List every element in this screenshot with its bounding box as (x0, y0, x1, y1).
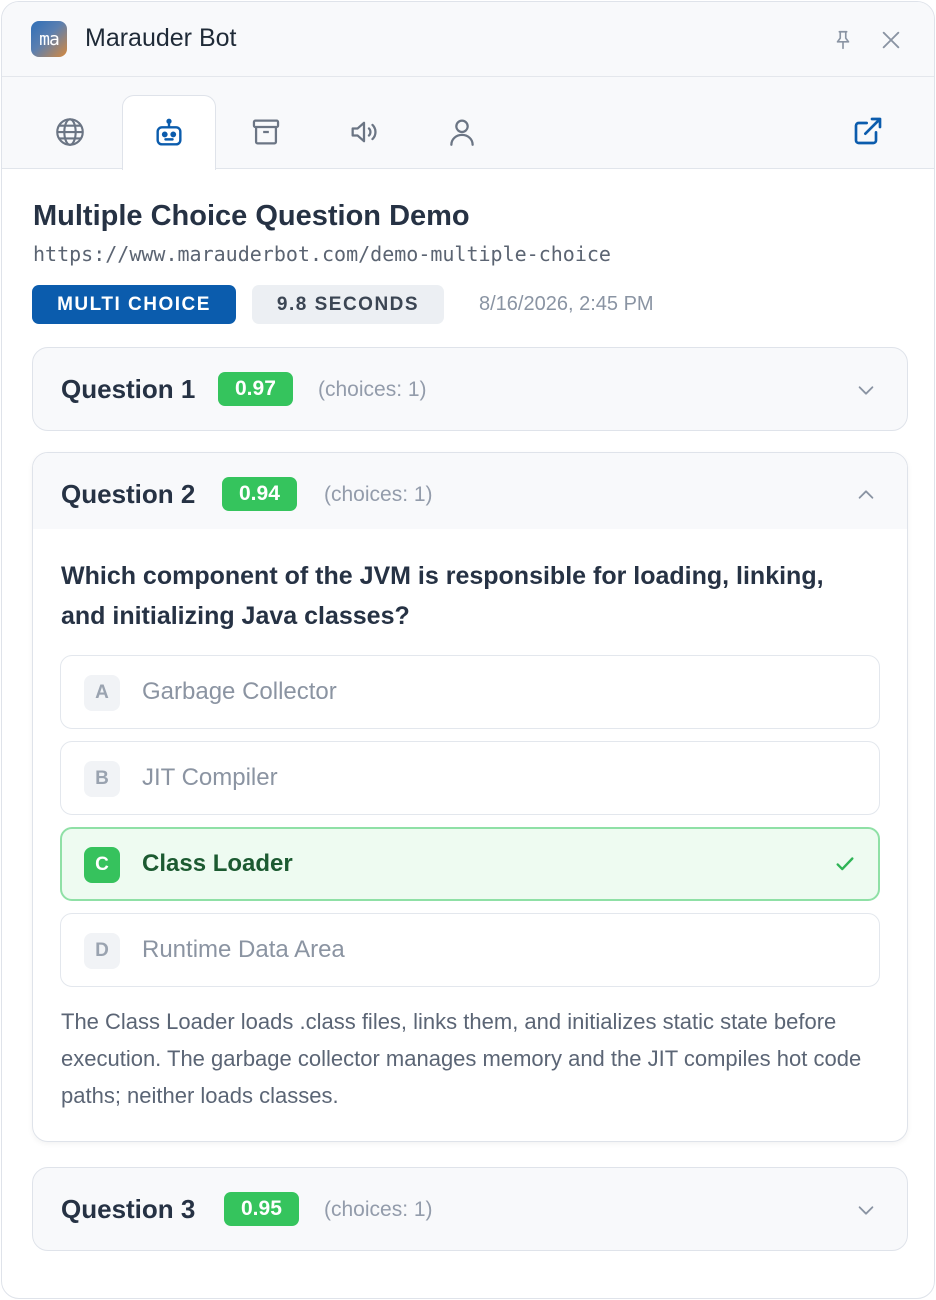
question-header-2[interactable]: Question 2 0.94 (choices: 1) (33, 453, 907, 529)
option-text: JIT Compiler (142, 764, 278, 791)
option-text: Class Loader (142, 850, 293, 877)
robot-icon (156, 118, 182, 146)
question-card-1: Question 1 0.97 (choices: 1) (32, 347, 908, 431)
tab-audio[interactable] (317, 95, 411, 169)
option-b[interactable]: B JIT Compiler (60, 741, 880, 815)
pin-icon[interactable] (832, 28, 854, 52)
question-label: Question 2 (61, 479, 196, 509)
answer-explanation: The Class Loader loads .class files, lin… (61, 1009, 862, 1108)
question-header-3[interactable]: Question 3 0.95 (choices: 1) (33, 1168, 907, 1250)
option-text: Garbage Collector (142, 678, 337, 705)
option-letter: A (84, 675, 120, 711)
score-badge: 0.97 (218, 372, 293, 406)
title-bar: ma Marauder Bot (2, 2, 934, 77)
choices-count: (choices: 1) (324, 1198, 433, 1221)
question-header-1[interactable]: Question 1 0.97 (choices: 1) (33, 348, 907, 430)
app-window: ma Marauder Bot Multiple Choice Question… (1, 1, 935, 1299)
tab-web[interactable] (23, 95, 117, 169)
option-letter: C (84, 847, 120, 883)
choices-count: (choices: 1) (324, 483, 433, 506)
question-label: Question 3 (61, 1194, 196, 1224)
option-letter: D (84, 933, 120, 969)
question-card-2: Question 2 0.94 (choices: 1) Which compo… (32, 452, 908, 1142)
archive-icon (252, 119, 280, 145)
choices-count: (choices: 1) (318, 378, 427, 401)
option-c[interactable]: C Class Loader (60, 827, 880, 901)
chevron-down-icon (858, 1206, 874, 1215)
speaker-icon (351, 121, 377, 143)
question-label: Question 1 (61, 374, 196, 404)
option-d[interactable]: D Runtime Data Area (60, 913, 880, 987)
tab-archive[interactable] (219, 95, 313, 169)
tab-bot[interactable] (122, 95, 216, 170)
timestamp: 8/16/2026, 2:45 PM (479, 293, 654, 315)
score-badge: 0.95 (224, 1192, 299, 1226)
score-badge: 0.94 (222, 477, 297, 511)
option-text: Runtime Data Area (142, 936, 345, 963)
page-url: https://www.marauderbot.com/demo-multipl… (33, 242, 611, 266)
external-link-icon[interactable] (852, 115, 884, 147)
checkmark-icon (836, 857, 854, 871)
page-title: Multiple Choice Question Demo (33, 200, 470, 232)
globe-icon (56, 118, 84, 146)
tab-profile[interactable] (415, 95, 509, 169)
app-title: Marauder Bot (85, 24, 237, 52)
question-card-3: Question 3 0.95 (choices: 1) (32, 1167, 908, 1251)
type-badge: MULTI CHOICE (32, 285, 236, 324)
option-a[interactable]: A Garbage Collector (60, 655, 880, 729)
tab-bar (2, 77, 934, 170)
app-logo: ma (31, 21, 67, 57)
option-letter: B (84, 761, 120, 797)
chevron-down-icon (858, 386, 874, 395)
close-icon[interactable] (880, 29, 902, 51)
question-text: Which component of the JVM is responsibl… (61, 562, 824, 630)
duration-badge: 9.8 SECONDS (252, 285, 444, 324)
user-icon (450, 119, 474, 146)
chevron-up-icon (858, 490, 874, 499)
